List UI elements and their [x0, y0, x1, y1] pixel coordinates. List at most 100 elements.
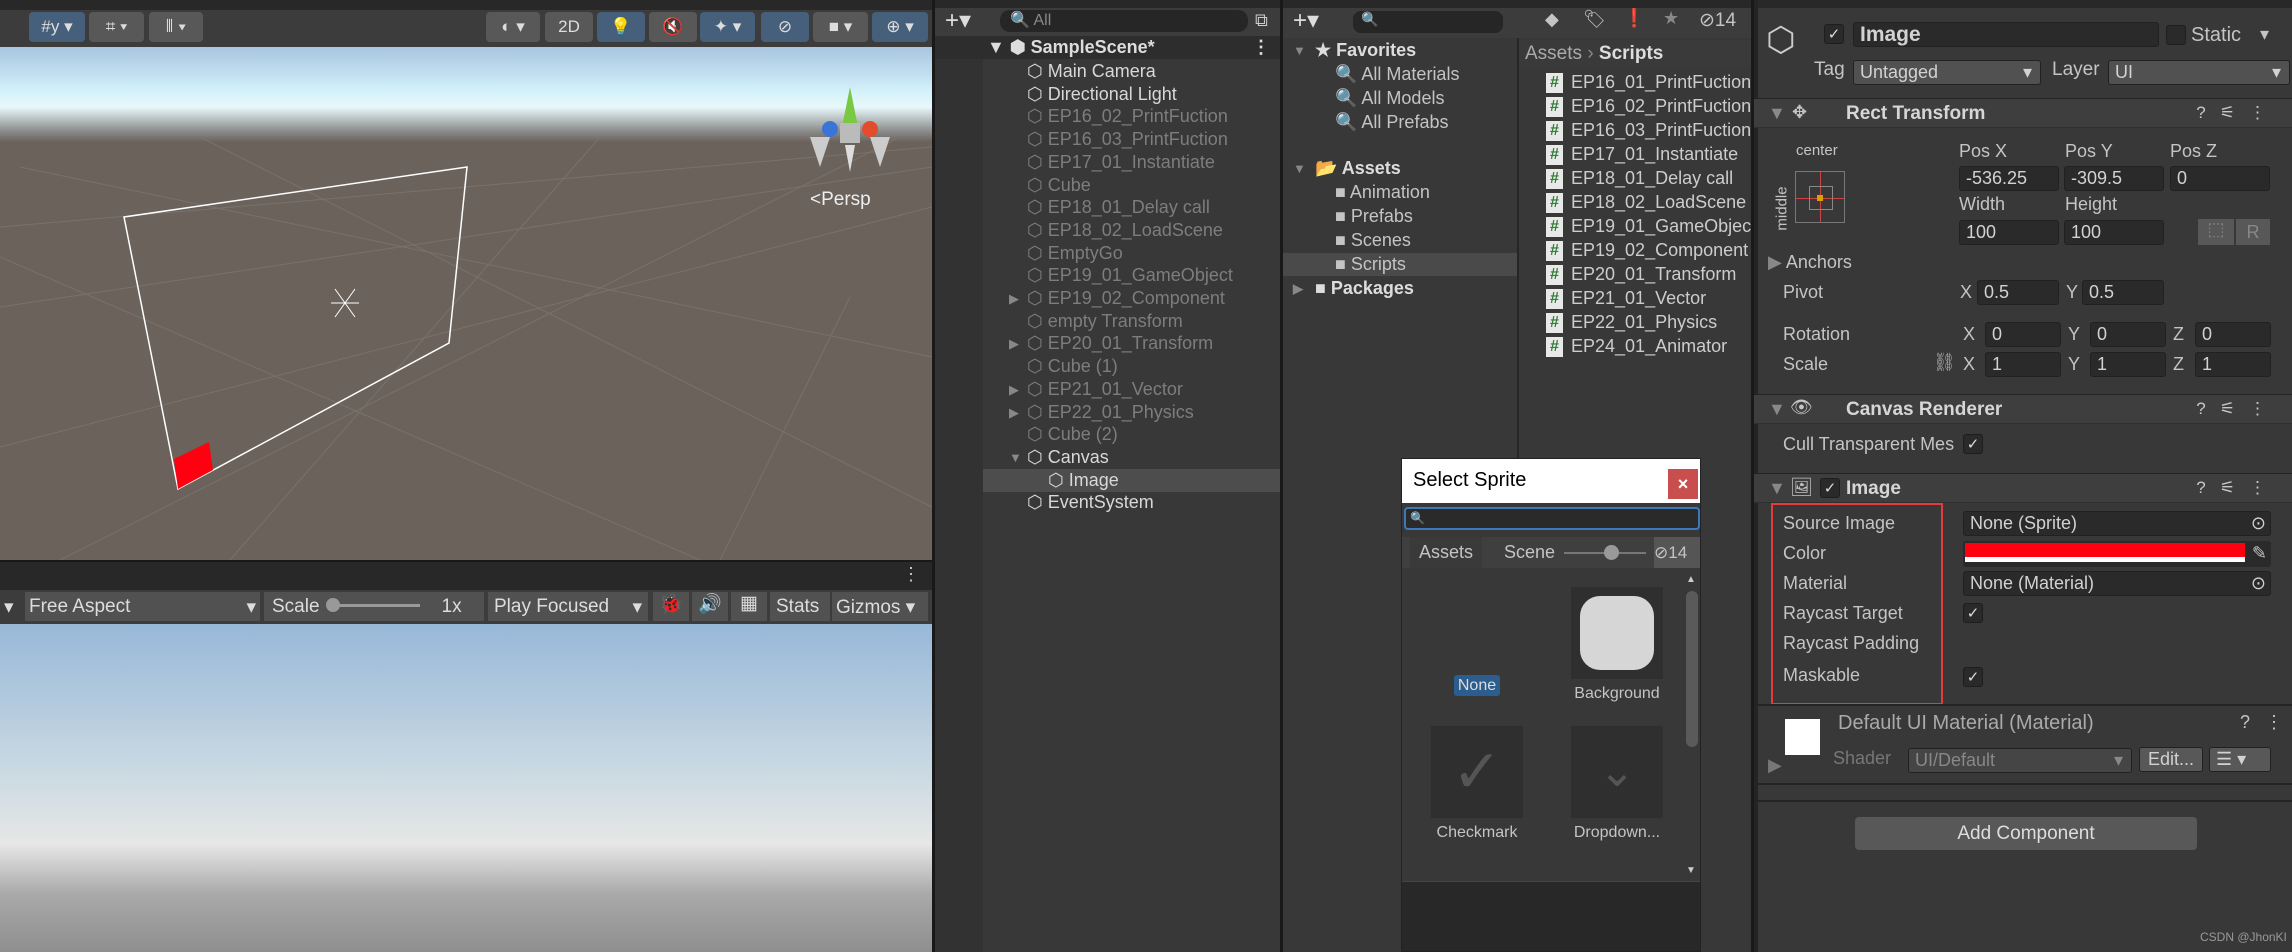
raycast-target-checkbox[interactable]: ✓	[1963, 603, 1983, 623]
sprite-item-background[interactable]: Background	[1552, 587, 1682, 703]
shader-options-dropdown[interactable]: ☰ ▾	[2209, 747, 2271, 772]
source-image-field[interactable]: None (Sprite) ⊙	[1963, 511, 2271, 536]
project-tree-item[interactable]: ▼ 📂 Assets	[1283, 157, 1517, 180]
hierarchy-item[interactable]: ⬡ EP19_01_GameObject	[935, 264, 1280, 287]
project-tree-item[interactable]: ■ Scenes	[1283, 229, 1517, 252]
effects-icon[interactable]: ✦ ▾	[700, 12, 755, 42]
aspect-dropdown[interactable]: Free Aspect ▾	[25, 592, 260, 621]
add-component-button[interactable]: Add Component	[1855, 817, 2197, 850]
hierarchy-item[interactable]: ▶ ⬡ EP21_01_Vector	[935, 378, 1280, 401]
hierarchy-item[interactable]: ⬡ EP16_02_PrintFuction	[935, 105, 1280, 128]
project-tree-item[interactable]: ▶ ■ Packages	[1283, 277, 1517, 300]
tag-dropdown[interactable]: Untagged ▾	[1853, 60, 2041, 85]
gizmos-button[interactable]: Gizmos ▾	[832, 592, 928, 621]
grid-icon[interactable]: ▦	[731, 592, 767, 621]
project-tree-item[interactable]: 🔍 All Prefabs	[1283, 111, 1517, 134]
layer-dropdown[interactable]: UI ▾	[2108, 60, 2290, 85]
maskable-checkbox[interactable]: ✓	[1963, 667, 1983, 687]
sprite-search-input[interactable]: 🔍	[1404, 507, 1700, 530]
image-component-header[interactable]: ▼ 🖼 ✓ Image ?⚟⋮	[1754, 473, 2292, 503]
script-file[interactable]: # EP17_01_Instantiate	[1546, 143, 1751, 166]
hierarchy-item[interactable]: ▶ ⬡ EP22_01_Physics	[935, 401, 1280, 424]
bug-icon[interactable]: 🐞	[653, 592, 689, 621]
scrollbar[interactable]: ▲ ▼	[1686, 574, 1700, 876]
pivot-x-field[interactable]: 0.5	[1977, 280, 2059, 305]
expand-arrow-icon[interactable]: ▶	[1009, 378, 1019, 401]
pos-x-field[interactable]: -536.25	[1959, 166, 2059, 191]
script-file[interactable]: # EP18_02_LoadScene	[1546, 191, 1751, 214]
constrain-proportions-icon[interactable]: ⛓	[1933, 352, 1956, 373]
component-menu-icons[interactable]: ?⚟⋮	[2196, 399, 2280, 419]
rotation-z-field[interactable]: 0	[2195, 322, 2271, 347]
shading-mode-button[interactable]: ◐ ▾	[486, 12, 540, 42]
foldout-arrow-icon[interactable]: ▼	[1293, 39, 1306, 62]
play-mode-dropdown[interactable]: Play Focused ▾	[488, 592, 648, 621]
sprite-item-none[interactable]: None	[1402, 674, 1552, 696]
pivot-y-field[interactable]: 0.5	[2082, 280, 2164, 305]
cull-transparent-checkbox[interactable]: ✓	[1963, 434, 1983, 454]
grid-snap-button[interactable]: #y ▾	[29, 12, 85, 42]
sprite-item-checkmark[interactable]: ✓ Checkmark	[1427, 726, 1527, 842]
hierarchy-item[interactable]: ⬡ Cube (2)	[935, 423, 1280, 446]
project-tree-item[interactable]: ▼ ★ Favorites	[1283, 39, 1517, 62]
hierarchy-item[interactable]: ⬡ Directional Light	[935, 83, 1280, 106]
active-checkbox[interactable]: ✓	[1824, 24, 1844, 44]
help-icon[interactable]: ?	[2240, 712, 2250, 733]
rotation-y-field[interactable]: 0	[2090, 322, 2166, 347]
script-file[interactable]: # EP20_01_Transform	[1546, 263, 1751, 286]
project-search-input[interactable]: 🔍	[1353, 11, 1503, 33]
hierarchy-item[interactable]: ⬡ EventSystem	[935, 491, 1280, 514]
scale-x-field[interactable]: 1	[1985, 352, 2061, 377]
hierarchy-item[interactable]: ⬡ EP17_01_Instantiate	[935, 151, 1280, 174]
pos-y-field[interactable]: -309.5	[2064, 166, 2164, 191]
script-file[interactable]: # EP21_01_Vector	[1546, 287, 1751, 310]
sprite-item-dropdown[interactable]: ⌄ Dropdown...	[1552, 726, 1682, 842]
log-icon[interactable]: ❗	[1623, 8, 1645, 29]
foldout-arrow-icon[interactable]: ▼	[1293, 157, 1306, 180]
edit-shader-button[interactable]: Edit...	[2139, 747, 2203, 772]
eyedropper-icon[interactable]: ✎	[2252, 543, 2267, 564]
lighting-icon[interactable]: 💡	[597, 12, 645, 42]
raycast-padding-foldout[interactable]: Raycast Padding	[1783, 633, 1919, 654]
script-file[interactable]: # EP22_01_Physics	[1546, 311, 1751, 334]
project-tree-item[interactable]: ■ Scripts	[1283, 253, 1517, 276]
collapse-arrow-icon[interactable]: ▼	[1009, 446, 1022, 469]
height-field[interactable]: 100	[2064, 220, 2164, 245]
hierarchy-item[interactable]: ▶ ⬡ EP19_02_Component	[935, 287, 1280, 310]
hierarchy-item[interactable]: ⬡ empty Transform	[935, 310, 1280, 333]
search-by-label-icon[interactable]: 🏷	[1583, 9, 1606, 30]
breadcrumb-assets[interactable]: Assets	[1525, 43, 1582, 64]
color-field[interactable]: ✎	[1963, 541, 2271, 567]
more-options-icon[interactable]: ⋮	[902, 564, 920, 585]
rect-transform-header[interactable]: ▼ ✥ Rect Transform ?⚟⋮	[1754, 98, 2292, 128]
search-by-type-icon[interactable]: ◆	[1545, 9, 1559, 30]
game-view[interactable]	[0, 624, 932, 952]
hierarchy-item[interactable]: ⬡ EP16_03_PrintFuction	[935, 128, 1280, 151]
camera-icon[interactable]: ■ ▾	[813, 12, 868, 42]
script-file[interactable]: # EP18_01_Delay call	[1546, 167, 1751, 190]
image-enabled-checkbox[interactable]: ✓	[1820, 478, 1840, 498]
script-file[interactable]: # EP19_02_Component	[1546, 239, 1751, 262]
hierarchy-item[interactable]: ⬡ Cube (1)	[935, 355, 1280, 378]
component-menu-icons[interactable]: ?⚟⋮	[2196, 478, 2280, 498]
project-tree-item[interactable]: 🔍 All Materials	[1283, 63, 1517, 86]
raw-edit-button[interactable]: R	[2236, 219, 2270, 245]
preview-size-slider[interactable]	[1564, 545, 1646, 560]
script-file[interactable]: # EP16_02_PrintFuction	[1546, 95, 1751, 118]
component-menu-icons[interactable]: ?⚟⋮	[2196, 103, 2280, 123]
hidden-objects-icon[interactable]: ⊘	[761, 12, 809, 42]
gizmos-icon[interactable]: ⊕ ▾	[872, 12, 928, 42]
close-button[interactable]: ×	[1668, 469, 1698, 499]
script-file[interactable]: # EP19_01_GameObject	[1546, 215, 1751, 238]
hierarchy-search-input[interactable]: 🔍 All	[1000, 10, 1248, 32]
maximize-icon[interactable]: ⧉	[1255, 10, 1268, 31]
object-picker-icon[interactable]: ⊙	[2251, 572, 2266, 595]
more-icon[interactable]: ⋮	[2265, 712, 2283, 733]
hierarchy-item[interactable]: ⬡ Main Camera	[935, 60, 1280, 83]
hierarchy-item[interactable]: ⬡ EmptyGo	[935, 242, 1280, 265]
static-dropdown-icon[interactable]: ▾	[2260, 24, 2269, 45]
project-tree-item[interactable]: 🔍 All Models	[1283, 87, 1517, 110]
project-tree-item[interactable]: ■ Animation	[1283, 181, 1517, 204]
hierarchy-item[interactable]: ▼ ⬡ Canvas	[935, 446, 1280, 469]
shader-dropdown[interactable]: UI/Default ▾	[1908, 748, 2132, 773]
